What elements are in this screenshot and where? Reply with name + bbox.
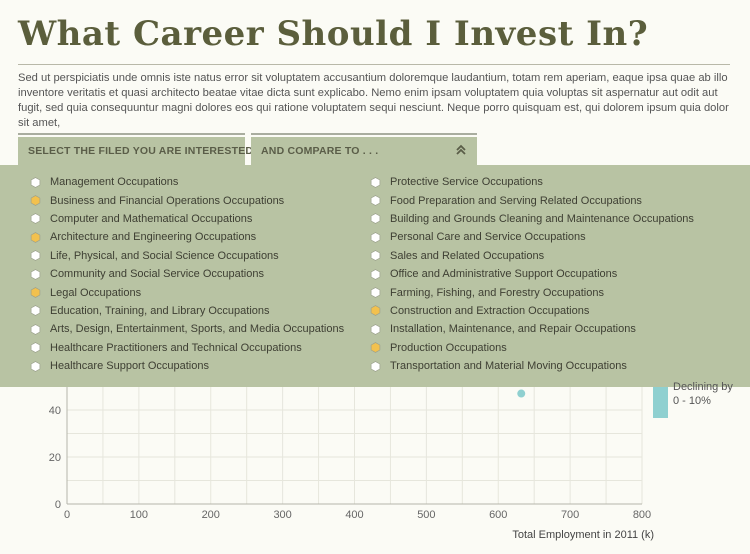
legend-swatch bbox=[653, 387, 668, 418]
occupation-option-label: Installation, Maintenance, and Repair Oc… bbox=[390, 323, 636, 336]
occupation-option[interactable]: Architecture and Engineering Occupations bbox=[30, 228, 344, 246]
occupation-option-label: Architecture and Engineering Occupations bbox=[50, 231, 257, 244]
occupation-option-label: Transportation and Material Moving Occup… bbox=[390, 360, 627, 373]
occupation-option-label: Production Occupations bbox=[390, 341, 507, 354]
legend-label: Declining by 0 - 10% bbox=[673, 380, 733, 408]
compare-selector-topline bbox=[251, 133, 477, 135]
occupation-option-label: Education, Training, and Library Occupat… bbox=[50, 304, 270, 317]
occupation-option-label: Community and Social Service Occupations bbox=[50, 268, 264, 281]
occupation-option-label: Legal Occupations bbox=[50, 286, 142, 299]
occupation-option[interactable]: Healthcare Practitioners and Technical O… bbox=[30, 339, 344, 357]
hexagon-icon bbox=[370, 287, 381, 298]
occupation-option[interactable]: Installation, Maintenance, and Repair Oc… bbox=[370, 320, 694, 338]
field-selector-dropdown[interactable]: SELECT THE FILED YOU ARE INTERESTED IN bbox=[18, 137, 278, 165]
title-divider bbox=[18, 64, 730, 65]
intro-paragraph: Sed ut perspiciatis unde omnis iste natu… bbox=[18, 72, 729, 129]
occupation-option[interactable]: Production Occupations bbox=[370, 339, 694, 357]
hexagon-selected-icon bbox=[370, 305, 381, 317]
occupation-option[interactable]: Life, Physical, and Social Science Occup… bbox=[30, 247, 344, 265]
hexagon-icon bbox=[30, 342, 41, 354]
occupation-option[interactable]: Management Occupations bbox=[30, 173, 344, 191]
occupation-option-label: Business and Financial Operations Occupa… bbox=[50, 194, 285, 207]
options-column-left: Management Occupations Business and Finan… bbox=[30, 173, 344, 375]
occupation-option[interactable]: Food Preparation and Serving Related Occ… bbox=[370, 191, 694, 209]
hexagon-selected-icon bbox=[30, 195, 41, 206]
hexagon-icon bbox=[30, 323, 41, 335]
field-selector-topline bbox=[18, 133, 245, 135]
x-tick-label: 300 bbox=[273, 509, 291, 521]
hexagon-icon bbox=[370, 176, 381, 188]
hexagon-selected-icon bbox=[30, 232, 41, 243]
hexagon-icon bbox=[30, 268, 41, 280]
occupation-option[interactable]: Education, Training, and Library Occupat… bbox=[30, 302, 344, 320]
occupation-option[interactable]: Construction and Extraction Occupations bbox=[370, 302, 694, 320]
occupation-option-label: Construction and Extraction Occupations bbox=[390, 304, 590, 317]
y-tick-label: 0 bbox=[55, 499, 61, 511]
occupation-option-label: Protective Service Occupations bbox=[390, 176, 543, 189]
employment-scatter-chart: 0 100 200 300 400 500 600 700 800 0 20 40 Total Empl… bbox=[49, 387, 654, 541]
hexagon-icon bbox=[370, 250, 381, 262]
occupation-option[interactable]: Sales and Related Occupations bbox=[370, 247, 694, 265]
hexagon-icon bbox=[30, 305, 41, 317]
occupation-option-label: Food Preparation and Serving Related Occ… bbox=[390, 194, 642, 207]
hexagon-icon bbox=[370, 213, 381, 225]
hexagon-icon bbox=[370, 268, 381, 280]
occupation-option-label: Healthcare Practitioners and Technical O… bbox=[50, 341, 302, 354]
occupation-option[interactable]: Healthcare Support Occupations bbox=[30, 357, 344, 375]
occupation-option-label: Management Occupations bbox=[50, 176, 179, 189]
page-title: What Career Should I Invest In? bbox=[18, 14, 649, 54]
hexagon-icon bbox=[370, 323, 381, 335]
chevron-up-double-icon bbox=[455, 144, 467, 159]
compare-selector-label: AND COMPARE TO . . . bbox=[261, 145, 379, 157]
occupation-option[interactable]: Business and Financial Operations Occupa… bbox=[30, 191, 344, 209]
data-point bbox=[517, 389, 526, 398]
occupation-option[interactable]: Protective Service Occupations bbox=[370, 173, 694, 191]
x-tick-label: 100 bbox=[130, 509, 148, 521]
occupation-option-label: Healthcare Support Occupations bbox=[50, 360, 209, 373]
hexagon-icon bbox=[370, 195, 381, 206]
occupation-option-label: Building and Grounds Cleaning and Mainte… bbox=[390, 212, 694, 225]
occupation-option[interactable]: Transportation and Material Moving Occup… bbox=[370, 357, 694, 375]
occupation-options-panel: Management Occupations Business and Finan… bbox=[0, 165, 750, 387]
legend-line-2: 0 - 10% bbox=[673, 395, 711, 407]
occupation-option[interactable]: Community and Social Service Occupations bbox=[30, 265, 344, 283]
occupation-option[interactable]: Legal Occupations bbox=[30, 283, 344, 301]
y-tick-label: 20 bbox=[49, 452, 61, 464]
hexagon-icon bbox=[30, 360, 41, 372]
hexagon-icon bbox=[370, 360, 381, 372]
legend-line-1: Declining by bbox=[673, 381, 733, 393]
hexagon-icon bbox=[370, 232, 381, 243]
hexagon-selected-icon bbox=[370, 342, 381, 354]
hexagon-icon bbox=[30, 213, 41, 225]
options-column-right: Protective Service Occupations Food Prepa… bbox=[370, 173, 694, 375]
hexagon-icon bbox=[30, 176, 41, 188]
occupation-option[interactable]: Farming, Fishing, and Forestry Occupatio… bbox=[370, 283, 694, 301]
x-tick-label: 500 bbox=[417, 509, 435, 521]
compare-selector-dropdown[interactable]: AND COMPARE TO . . . bbox=[251, 137, 477, 165]
occupation-option[interactable]: Arts, Design, Entertainment, Sports, and… bbox=[30, 320, 344, 338]
occupation-option-label: Office and Administrative Support Occupa… bbox=[390, 268, 618, 281]
x-tick-label: 700 bbox=[561, 509, 579, 521]
occupation-option-label: Arts, Design, Entertainment, Sports, and… bbox=[50, 323, 345, 336]
occupation-option-label: Computer and Mathematical Occupations bbox=[50, 212, 253, 225]
x-axis-label: Total Employment in 2011 (k) bbox=[512, 529, 654, 541]
x-tick-label: 200 bbox=[202, 509, 220, 521]
occupation-option-label: Personal Care and Service Occupations bbox=[390, 231, 586, 244]
field-selector-label: SELECT THE FILED YOU ARE INTERESTED IN bbox=[28, 145, 268, 157]
occupation-option[interactable]: Computer and Mathematical Occupations bbox=[30, 210, 344, 228]
x-tick-label: 400 bbox=[345, 509, 363, 521]
y-tick-label: 40 bbox=[49, 405, 61, 417]
occupation-option-label: Life, Physical, and Social Science Occup… bbox=[50, 249, 279, 262]
occupation-option[interactable]: Office and Administrative Support Occupa… bbox=[370, 265, 694, 283]
occupation-option[interactable]: Building and Grounds Cleaning and Mainte… bbox=[370, 210, 694, 228]
hexagon-icon bbox=[30, 250, 41, 262]
hexagon-selected-icon bbox=[30, 287, 41, 298]
occupation-option-label: Sales and Related Occupations bbox=[390, 249, 545, 262]
x-tick-label: 800 bbox=[633, 509, 651, 521]
occupation-option[interactable]: Personal Care and Service Occupations bbox=[370, 228, 694, 246]
x-tick-label: 600 bbox=[489, 509, 507, 521]
x-tick-label: 0 bbox=[64, 509, 70, 521]
occupation-option-label: Farming, Fishing, and Forestry Occupatio… bbox=[390, 286, 604, 299]
